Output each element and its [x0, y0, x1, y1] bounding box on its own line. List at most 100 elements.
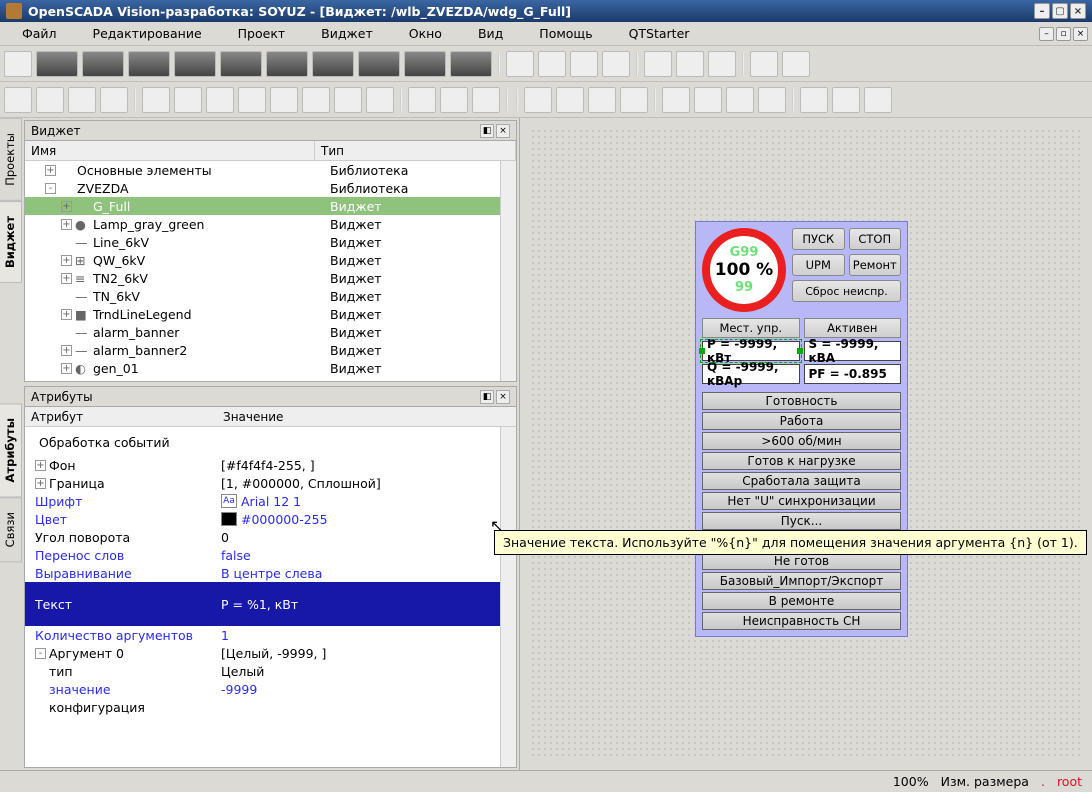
- tree-row[interactable]: +■TrndLineLegendВиджет: [25, 305, 500, 323]
- tree-row[interactable]: +Основные элементыБиблиотека: [25, 161, 500, 179]
- tb-btn[interactable]: [68, 87, 96, 113]
- menu-view[interactable]: Вид: [460, 24, 521, 43]
- tb-align[interactable]: [864, 87, 892, 113]
- panel-close-button[interactable]: ×: [496, 390, 510, 404]
- tree-row[interactable]: +⊞QW_6kVВиджет: [25, 251, 500, 269]
- attr-row[interactable]: +Фон[#f4f4f4-255, ]: [25, 456, 500, 474]
- attr-row[interactable]: Угол поворота0: [25, 528, 500, 546]
- design-canvas[interactable]: G99 100 % 99 ПУСК СТОП UPM Ремонт Сброс …: [520, 118, 1092, 770]
- tb-btn[interactable]: [538, 51, 566, 77]
- tb-btn[interactable]: [82, 51, 124, 77]
- tb-btn[interactable]: [100, 87, 128, 113]
- tb-btn[interactable]: [4, 51, 32, 77]
- tb-align[interactable]: [726, 87, 754, 113]
- tab-attributes[interactable]: Атрибуты: [0, 403, 22, 497]
- tree-row[interactable]: +◐gen_01Виджет: [25, 359, 500, 377]
- attr-row[interactable]: типЦелый: [25, 662, 500, 680]
- mdi-restore[interactable]: ▫: [1056, 27, 1071, 41]
- g-full-widget[interactable]: G99 100 % 99 ПУСК СТОП UPM Ремонт Сброс …: [695, 221, 908, 637]
- btn-stop[interactable]: СТОП: [849, 228, 902, 250]
- tb-align[interactable]: [662, 87, 690, 113]
- attr-row[interactable]: значение-9999: [25, 680, 500, 698]
- tb-btn[interactable]: [450, 51, 492, 77]
- btn-reset[interactable]: Сброс неиспр.: [792, 280, 901, 302]
- tb-btn[interactable]: [36, 51, 78, 77]
- tb-btn[interactable]: [358, 51, 400, 77]
- tab-projects[interactable]: Проекты: [0, 118, 22, 201]
- panel-close-button[interactable]: ×: [496, 124, 510, 138]
- attr-row[interactable]: ТекстP = %1, кВт: [25, 582, 500, 626]
- btn-remont[interactable]: Ремонт: [849, 254, 902, 276]
- menu-edit[interactable]: Редактирование: [75, 24, 220, 43]
- attr-row[interactable]: Цвет#000000-255: [25, 510, 500, 528]
- tb-btn[interactable]: [206, 87, 234, 113]
- tb-btn[interactable]: [506, 51, 534, 77]
- panel-float-button[interactable]: ◧: [480, 390, 494, 404]
- panel-float-button[interactable]: ◧: [480, 124, 494, 138]
- menu-project[interactable]: Проект: [220, 24, 304, 43]
- tb-btn[interactable]: [644, 51, 672, 77]
- attr-row[interactable]: конфигурация: [25, 698, 500, 716]
- tree-scrollbar[interactable]: [500, 161, 516, 381]
- tb-btn[interactable]: [366, 87, 394, 113]
- tb-btn[interactable]: [312, 51, 354, 77]
- tree-row[interactable]: +G_FullВиджет: [25, 197, 500, 215]
- attr-row[interactable]: +Граница[1, #000000, Сплошной]: [25, 474, 500, 492]
- tree-row[interactable]: —alarm_bannerВиджет: [25, 323, 500, 341]
- tb-btn[interactable]: [266, 51, 308, 77]
- tb-align[interactable]: [694, 87, 722, 113]
- mdi-close[interactable]: ×: [1073, 27, 1088, 41]
- col-name[interactable]: Имя: [25, 141, 315, 160]
- widget-tree[interactable]: +Основные элементыБиблиотека-ZVEZDAБибли…: [25, 161, 500, 381]
- attr-scrollbar[interactable]: [500, 427, 516, 767]
- tree-row[interactable]: +—alarm_banner2Виджет: [25, 341, 500, 359]
- tb-btn[interactable]: [238, 87, 266, 113]
- tb-cut[interactable]: [408, 87, 436, 113]
- tb-btn[interactable]: [174, 87, 202, 113]
- menu-help[interactable]: Помощь: [521, 24, 610, 43]
- tree-row[interactable]: -ZVEZDAБиблиотека: [25, 179, 500, 197]
- tb-btn[interactable]: [4, 87, 32, 113]
- tab-widget[interactable]: Виджет: [0, 201, 22, 283]
- tree-row[interactable]: +≡TN2_6kVВиджет: [25, 269, 500, 287]
- attr-row[interactable]: Количество аргументов1: [25, 626, 500, 644]
- mdi-minimize[interactable]: –: [1039, 27, 1054, 41]
- tb-btn[interactable]: [334, 87, 362, 113]
- tb-btn[interactable]: [570, 51, 598, 77]
- tb-btn[interactable]: [782, 51, 810, 77]
- tb-btn[interactable]: [142, 87, 170, 113]
- menu-qtstarter[interactable]: QTStarter: [611, 24, 708, 43]
- tb-align[interactable]: [758, 87, 786, 113]
- tb-btn[interactable]: [708, 51, 736, 77]
- tb-align[interactable]: [800, 87, 828, 113]
- attr-row[interactable]: -Аргумент 0[Целый, -9999, ]: [25, 644, 500, 662]
- col-value[interactable]: Значение: [217, 407, 516, 426]
- btn-pusk[interactable]: ПУСК: [792, 228, 845, 250]
- tb-btn[interactable]: [602, 51, 630, 77]
- tb-btn[interactable]: [220, 51, 262, 77]
- attr-row[interactable]: ВыравниваниеВ центре слева: [25, 564, 500, 582]
- tb-align[interactable]: [588, 87, 616, 113]
- tree-row[interactable]: gradientВиджет: [25, 377, 500, 381]
- tb-copy[interactable]: [440, 87, 468, 113]
- tree-row[interactable]: —TN_6kVВиджет: [25, 287, 500, 305]
- tb-btn[interactable]: [676, 51, 704, 77]
- tree-row[interactable]: —Line_6kVВиджет: [25, 233, 500, 251]
- btn-upm[interactable]: UPM: [792, 254, 845, 276]
- tb-btn[interactable]: [404, 51, 446, 77]
- val-p[interactable]: P = -9999, кВт: [702, 341, 800, 361]
- minimize-button[interactable]: –: [1034, 3, 1050, 19]
- tab-links[interactable]: Связи: [0, 497, 22, 562]
- attr-row[interactable]: ШрифтAaArial 12 1: [25, 492, 500, 510]
- tb-btn[interactable]: [302, 87, 330, 113]
- menu-file[interactable]: Файл: [4, 24, 75, 43]
- menu-window[interactable]: Окно: [391, 24, 460, 43]
- tb-btn[interactable]: [36, 87, 64, 113]
- tb-align[interactable]: [832, 87, 860, 113]
- tree-row[interactable]: +●Lamp_gray_greenВиджет: [25, 215, 500, 233]
- col-attr[interactable]: Атрибут: [25, 407, 217, 426]
- attr-row[interactable]: Перенос словfalse: [25, 546, 500, 564]
- close-button[interactable]: ×: [1070, 3, 1086, 19]
- tb-align[interactable]: [620, 87, 648, 113]
- menu-widget[interactable]: Виджет: [303, 24, 391, 43]
